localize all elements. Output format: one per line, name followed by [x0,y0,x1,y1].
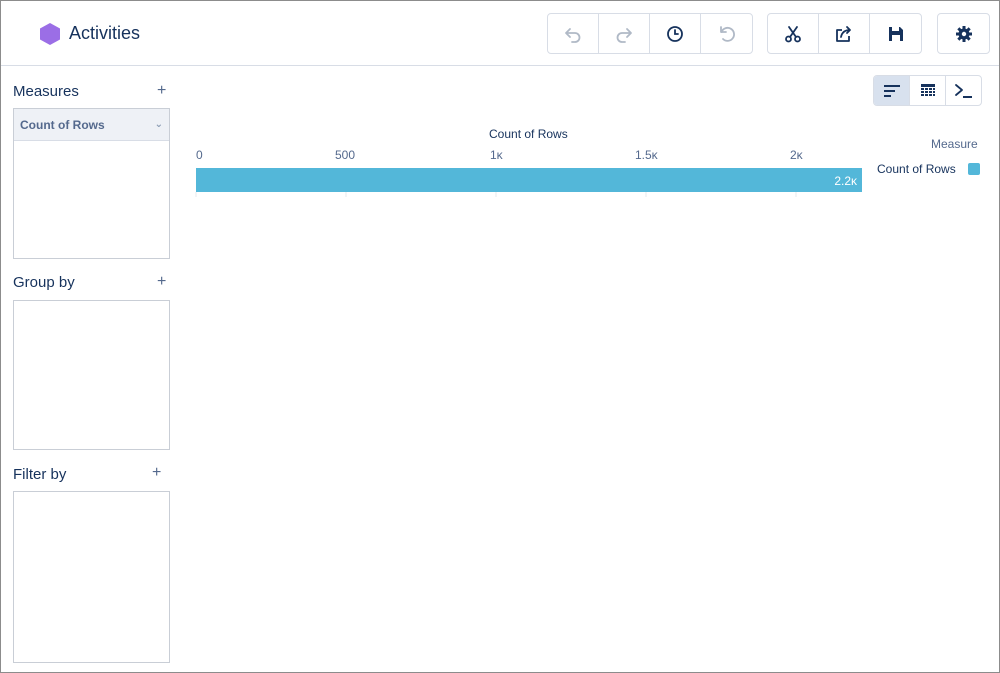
clip-button[interactable] [768,14,819,53]
save-icon [888,26,903,41]
share-button[interactable] [819,14,870,53]
settings-button[interactable] [938,14,989,53]
history-button[interactable] [650,14,701,53]
x-tick-label: 1κ [490,148,503,162]
hexagon-icon [40,23,60,45]
history-button-group [547,13,753,54]
legend-label: Count of Rows [877,162,956,176]
x-tick-label: 1.5κ [635,148,658,162]
add-group-by-button[interactable]: + [157,274,166,290]
x-tick-label: 2κ [790,148,803,162]
page-title: Activities [69,23,141,43]
add-measure-button[interactable]: + [157,83,166,99]
group-by-title: Group by [13,274,75,291]
x-axis-title: Count of Rows [489,127,568,141]
reset-button[interactable] [701,14,752,53]
measures-box: Count of Rows ⌄ [13,108,170,259]
query-console-icon [954,83,972,98]
history-clock-icon [667,25,683,42]
legend-swatch[interactable] [968,163,980,175]
x-tick-label: 500 [335,148,356,162]
measure-pill-label: Count of Rows [20,117,105,132]
bar-chart-icon [883,84,900,97]
legend-title: Measure [931,137,978,151]
settings-button-group [937,13,990,54]
chart-view-button[interactable] [874,76,910,105]
bar[interactable] [196,168,862,192]
add-filter-button[interactable]: + [152,465,161,481]
measure-pill[interactable]: Count of Rows ⌄ [14,109,169,141]
header-bar: Activities [1,1,999,66]
table-icon [920,83,935,96]
redo-icon [616,27,632,43]
reset-icon [719,25,735,42]
save-button[interactable] [870,14,921,53]
undo-icon [565,27,581,43]
group-by-box [13,300,170,450]
action-button-group [767,13,922,54]
gear-icon [955,25,972,42]
filter-by-box [13,491,170,663]
scissors-icon [785,25,801,42]
measures-title: Measures [13,83,79,100]
redo-button[interactable] [599,14,650,53]
share-icon [836,25,851,42]
filter-by-title: Filter by [13,466,67,483]
table-view-button[interactable] [910,76,946,105]
chevron-down-icon[interactable]: ⌄ [155,119,163,130]
undo-button[interactable] [548,14,599,53]
x-tick-label: 0 [196,148,203,162]
query-view-button[interactable] [946,76,981,105]
view-toggle [873,75,982,106]
